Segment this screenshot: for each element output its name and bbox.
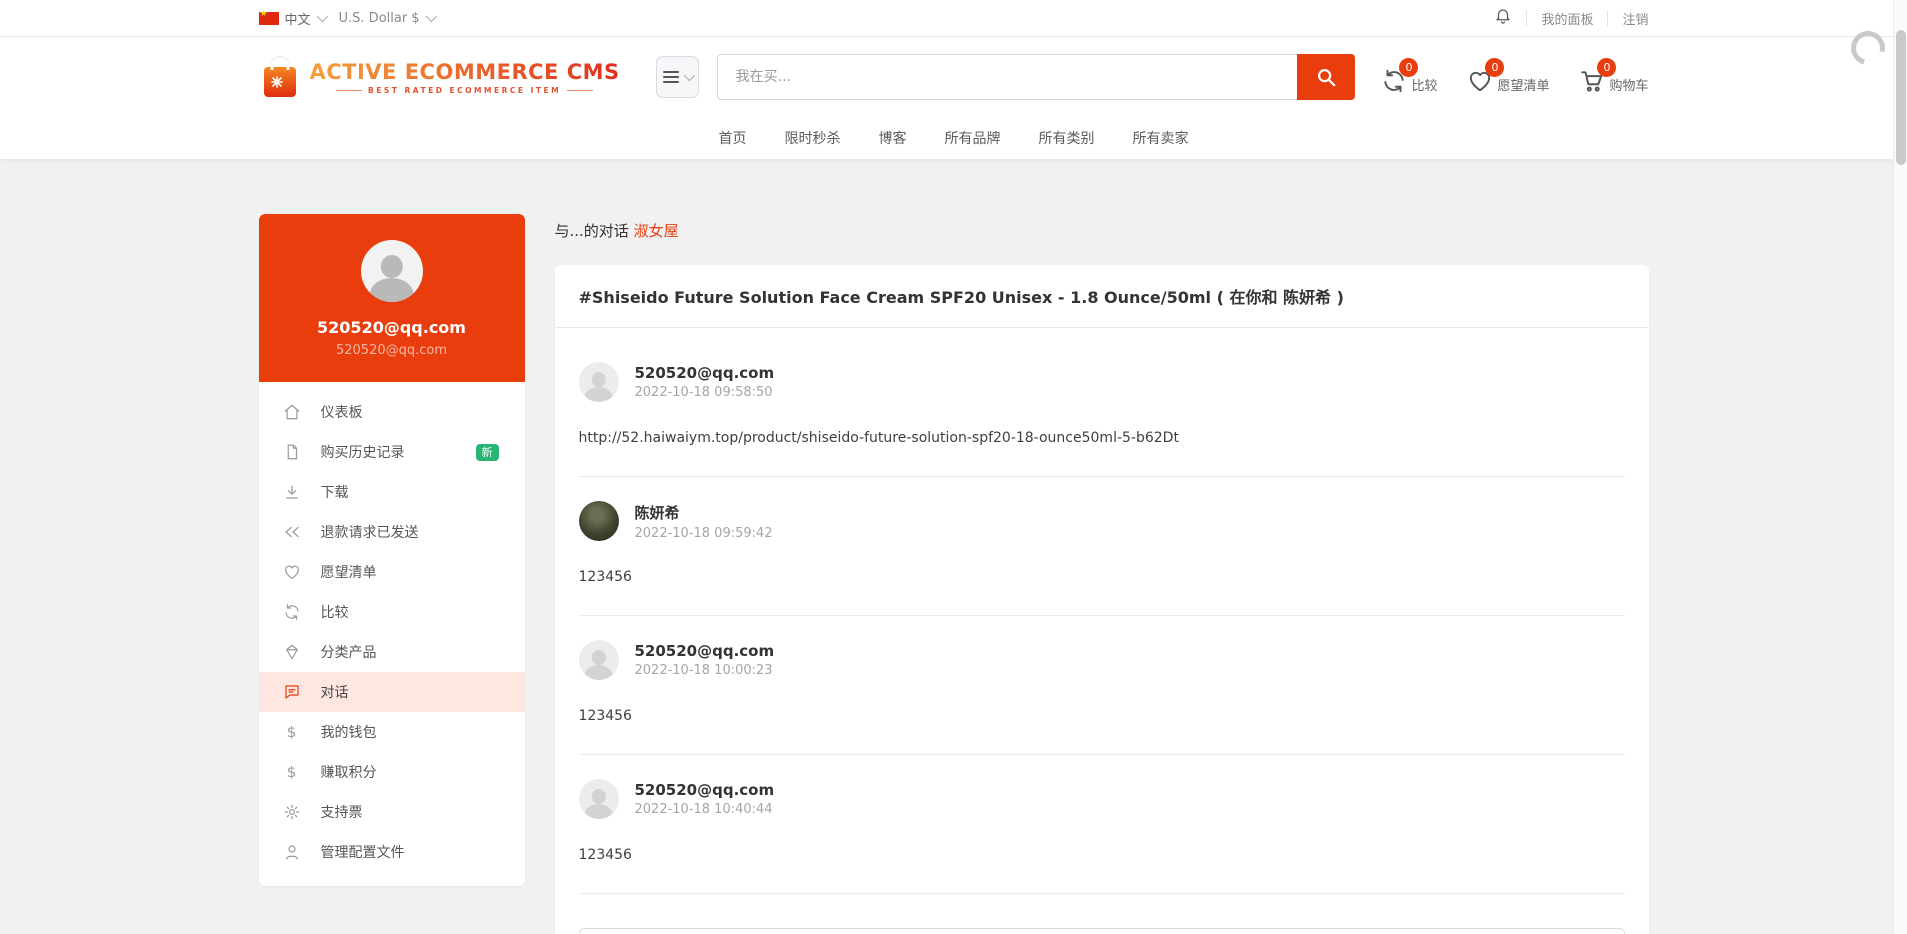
message-text: 123456 bbox=[578, 569, 632, 585]
chevron-down-icon bbox=[425, 10, 437, 23]
rewind-icon bbox=[284, 526, 299, 538]
dollar-icon: $ bbox=[286, 763, 297, 781]
support-icon bbox=[284, 804, 299, 820]
wishlist-button[interactable]: 0 愿望清单 bbox=[1467, 58, 1550, 94]
my-panel-link[interactable]: 我的面板 bbox=[1541, 9, 1593, 28]
sidebar-item-compare[interactable]: 比较 bbox=[259, 592, 525, 632]
user-sidebar: 520520@qq.com 520520@qq.com 仪表板 购买历史记录 新… bbox=[258, 214, 525, 886]
reply-input[interactable] bbox=[578, 928, 1625, 934]
heart-icon bbox=[284, 565, 299, 579]
search-input[interactable] bbox=[716, 54, 1298, 100]
wishlist-label: 愿望清单 bbox=[1497, 79, 1550, 94]
conversation-heading: 与...的对话 淑女屋 bbox=[554, 222, 679, 240]
category-menu-button[interactable] bbox=[655, 56, 699, 98]
topbar: 中文 U.S. Dollar $ 我的面板 注销 bbox=[0, 0, 1907, 37]
sidebar-item-support-ticket[interactable]: 支持票 bbox=[259, 792, 525, 832]
sidebar-item-wishlist[interactable]: 愿望清单 bbox=[259, 552, 525, 592]
sidebar-item-purchase-history[interactable]: 购买历史记录 新 bbox=[259, 432, 525, 472]
sidebar-item-earn-points[interactable]: $ 赚取积分 bbox=[259, 752, 525, 792]
message-time: 2022-10-18 10:40:44 bbox=[634, 802, 773, 817]
avatar bbox=[578, 640, 619, 680]
nav-item-flash-sale[interactable]: 限时秒杀 bbox=[785, 128, 841, 148]
shop-link[interactable]: 淑女屋 bbox=[634, 222, 679, 240]
logout-link[interactable]: 注销 bbox=[1622, 9, 1648, 28]
logo-tagline: BEST RATED ECOMMERCE ITEM bbox=[310, 86, 620, 95]
avatar bbox=[578, 501, 619, 541]
divider bbox=[1607, 10, 1609, 26]
chevron-down-icon bbox=[683, 69, 695, 82]
chat-icon bbox=[284, 685, 299, 699]
sidebar-item-wallet[interactable]: $ 我的钱包 bbox=[259, 712, 525, 752]
avatar bbox=[578, 779, 619, 819]
nav-item-blog[interactable]: 博客 bbox=[879, 128, 907, 148]
sidebar-item-refund-requests[interactable]: 退款请求已发送 bbox=[259, 512, 525, 552]
cart-button[interactable]: 0 购物车 bbox=[1579, 58, 1649, 94]
message-sender: 陈妍希 bbox=[634, 503, 680, 522]
avatar bbox=[578, 362, 619, 402]
hamburger-icon bbox=[662, 68, 679, 86]
file-icon bbox=[287, 444, 297, 460]
message-text: http://52.haiwaiym.top/product/shiseido-… bbox=[578, 430, 1179, 446]
message-sender: 520520@qq.com bbox=[634, 642, 775, 660]
scrollbar-thumb[interactable] bbox=[1896, 30, 1906, 165]
message-text: 123456 bbox=[578, 708, 632, 724]
message-time: 2022-10-18 09:59:42 bbox=[634, 525, 773, 541]
sidebar-item-manage-profile[interactable]: 管理配置文件 bbox=[259, 832, 525, 872]
logo-title: ACTIVE ECOMMERCE CMS bbox=[309, 59, 620, 84]
main-nav: 首页 限时秒杀 博客 所有品牌 所有类别 所有卖家 bbox=[0, 117, 1907, 160]
language-label: 中文 bbox=[284, 12, 311, 28]
search-icon bbox=[1318, 69, 1336, 87]
sidebar-item-dashboard[interactable]: 仪表板 bbox=[259, 392, 525, 432]
conversation-title: #Shiseido Future Solution Face Cream SPF… bbox=[554, 265, 1649, 328]
cart-label: 购物车 bbox=[1609, 79, 1649, 94]
message-sender: 520520@qq.com bbox=[634, 781, 775, 799]
sidebar-item-downloads[interactable]: 下载 bbox=[259, 472, 525, 512]
message-time: 2022-10-18 10:00:23 bbox=[634, 663, 773, 678]
shopping-bag-icon bbox=[263, 56, 296, 97]
dollar-icon: $ bbox=[286, 723, 297, 741]
download-icon bbox=[285, 485, 298, 499]
user-icon bbox=[285, 845, 298, 860]
nav-item-all-categories[interactable]: 所有类别 bbox=[1039, 128, 1095, 148]
site-logo[interactable]: ACTIVE ECOMMERCE CMS BEST RATED ECOMMERC… bbox=[259, 54, 620, 100]
message-row: 520520@qq.com 2022-10-18 10:40:44 123456 bbox=[578, 755, 1625, 894]
search-button[interactable] bbox=[1297, 54, 1356, 100]
page-scrollbar[interactable] bbox=[1893, 0, 1907, 934]
currency-label: U.S. Dollar $ bbox=[338, 10, 420, 26]
profile-email: 520520@qq.com bbox=[335, 343, 448, 358]
nav-item-all-sellers[interactable]: 所有卖家 bbox=[1133, 128, 1189, 148]
diamond-icon bbox=[285, 644, 298, 660]
refresh-icon bbox=[284, 604, 299, 620]
conversation-panel: #Shiseido Future Solution Face Cream SPF… bbox=[554, 265, 1649, 934]
home-icon bbox=[284, 404, 299, 420]
compare-button[interactable]: 0 比较 bbox=[1381, 58, 1438, 94]
nav-item-all-brands[interactable]: 所有品牌 bbox=[945, 128, 1001, 148]
profile-name: 520520@qq.com bbox=[317, 318, 466, 337]
message-text: 123456 bbox=[578, 847, 632, 863]
divider bbox=[1526, 10, 1528, 26]
chevron-down-icon bbox=[316, 10, 328, 23]
china-flag-icon bbox=[258, 9, 279, 25]
profile-card: 520520@qq.com 520520@qq.com bbox=[258, 214, 525, 382]
search-bar bbox=[716, 54, 1356, 100]
sidebar-item-conversations[interactable]: 对话 bbox=[258, 672, 525, 712]
compare-label: 比较 bbox=[1411, 79, 1438, 94]
avatar bbox=[360, 240, 423, 302]
new-badge: 新 bbox=[475, 443, 499, 461]
sidebar-item-classified-products[interactable]: 分类产品 bbox=[259, 632, 525, 672]
header: ACTIVE ECOMMERCE CMS BEST RATED ECOMMERC… bbox=[0, 37, 1907, 117]
nav-item-home[interactable]: 首页 bbox=[719, 128, 747, 148]
message-sender: 520520@qq.com bbox=[634, 364, 775, 382]
notification-bell-icon[interactable] bbox=[1494, 7, 1512, 29]
language-selector[interactable]: 中文 bbox=[258, 9, 328, 28]
currency-selector[interactable]: U.S. Dollar $ bbox=[338, 10, 437, 26]
message-row: 陈妍希 2022-10-18 09:59:42 123456 bbox=[578, 477, 1625, 616]
message-row: 520520@qq.com 2022-10-18 10:00:23 123456 bbox=[578, 616, 1625, 755]
message-row: 520520@qq.com 2022-10-18 09:58:50 http:/… bbox=[578, 338, 1625, 477]
message-time: 2022-10-18 09:58:50 bbox=[634, 385, 773, 400]
